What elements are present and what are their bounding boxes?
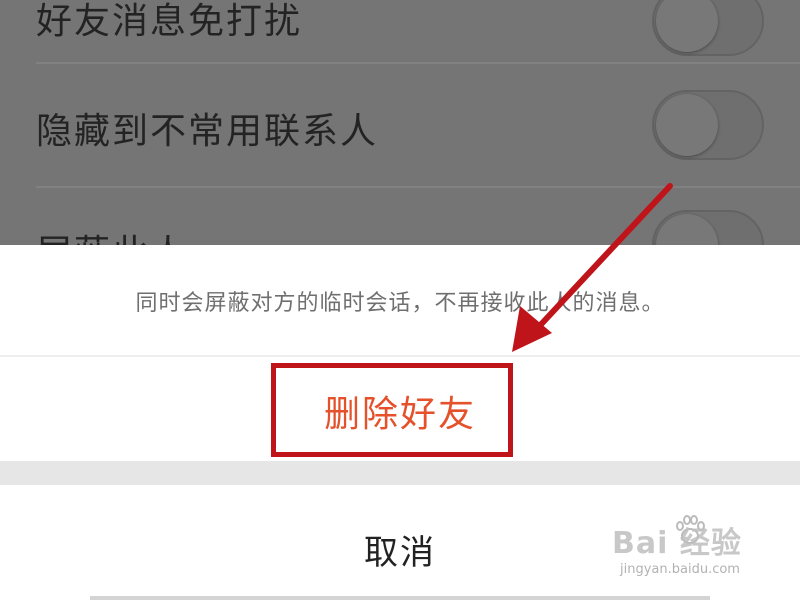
screen: 好友消息免打扰 隐藏到不常用联系人 屏蔽此人 同时会屏蔽对方的临时会话，不再接收… [0,0,800,600]
sheet-message: 同时会屏蔽对方的临时会话，不再接收此人的消息。 [135,291,665,316]
cancel-label: 取消 [364,533,436,573]
dim-overlay[interactable] [0,0,800,245]
bottom-strip [90,596,710,600]
annotation-highlight-box [271,363,513,457]
sheet-gap [0,461,800,485]
cancel-button[interactable]: 取消 [0,485,800,600]
settings-list: 好友消息免打扰 隐藏到不常用联系人 屏蔽此人 [0,0,800,245]
action-sheet: 同时会屏蔽对方的临时会话，不再接收此人的消息。 删除好友 取消 [0,245,800,600]
